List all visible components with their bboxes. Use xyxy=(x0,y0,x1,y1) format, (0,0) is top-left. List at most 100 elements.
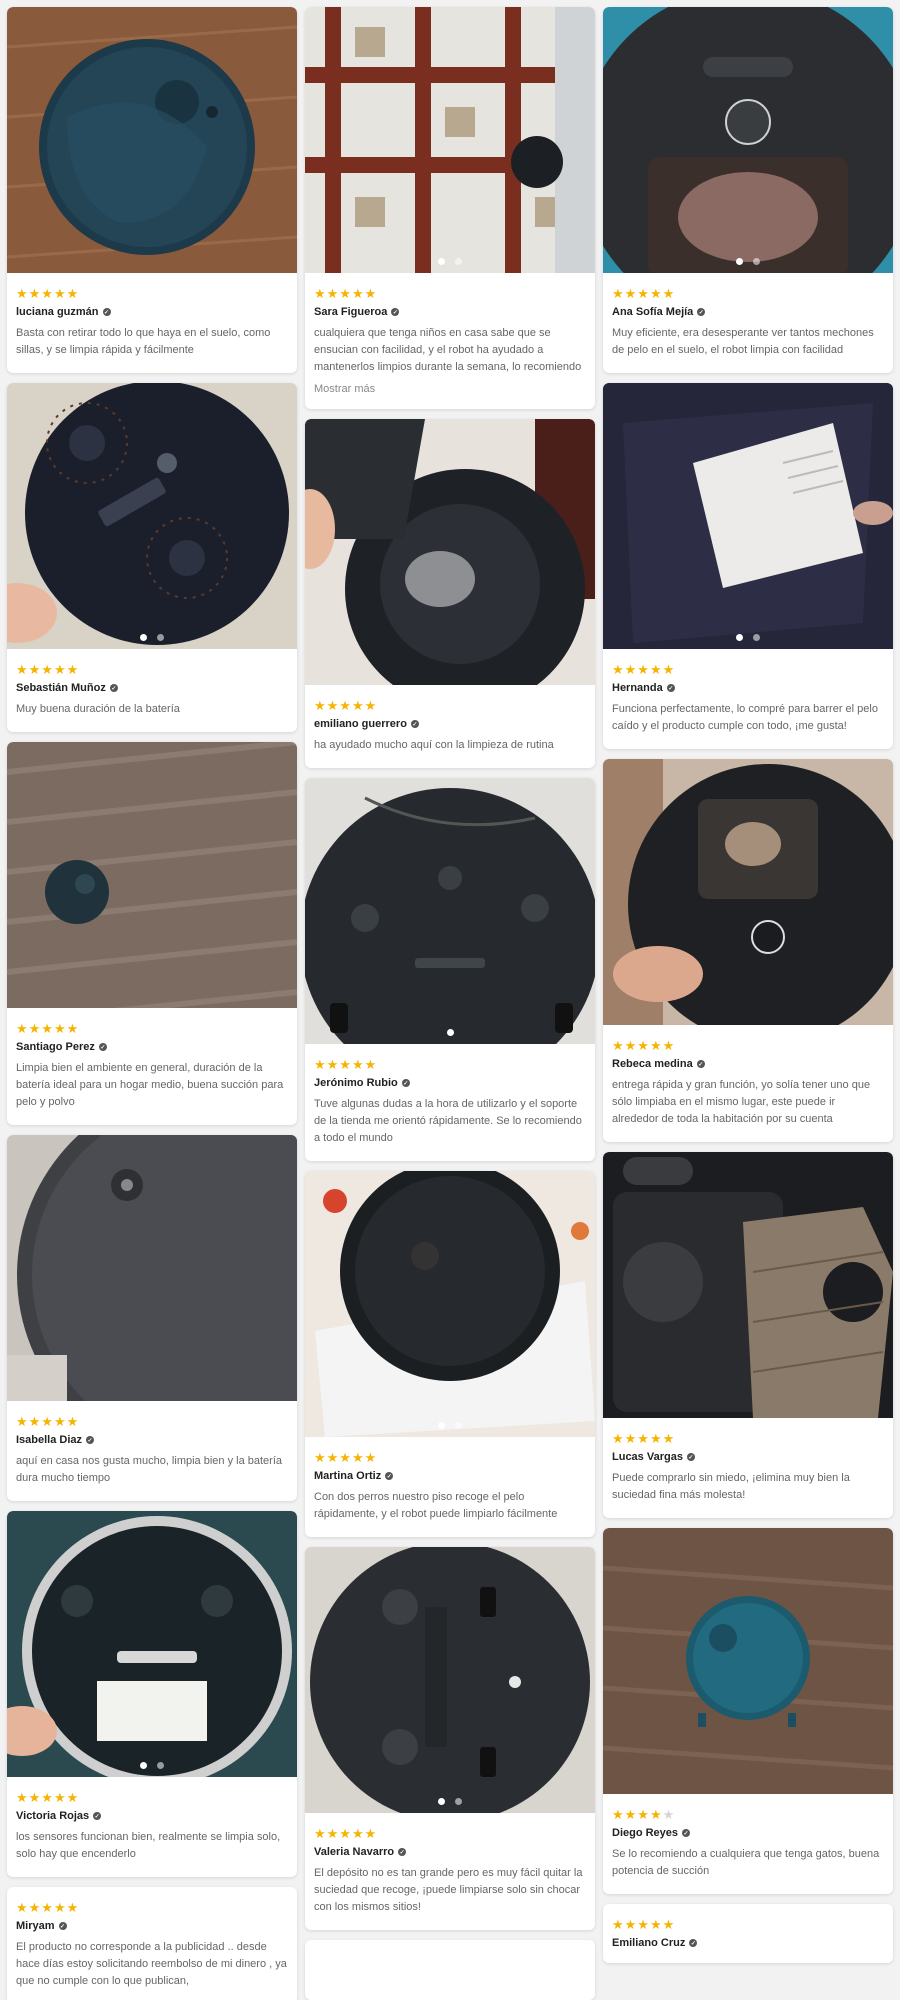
review-text: cualquiera que tenga niños en casa sabe … xyxy=(314,327,582,373)
review-photo[interactable] xyxy=(7,383,297,649)
review-text: Muy buena duración de la batería xyxy=(16,703,180,715)
verified-check-icon: ✓ xyxy=(697,308,706,316)
reviewer-name: Santiago Perez xyxy=(16,1041,95,1053)
show-more-link[interactable]: Mostrar más xyxy=(314,383,586,395)
verified-check-icon: ✓ xyxy=(696,1060,705,1068)
review-text: entrega rápida y gran función, yo solía … xyxy=(612,1079,871,1125)
review-photo[interactable] xyxy=(7,742,297,1008)
reviewer-name: Victoria Rojas xyxy=(16,1810,90,1822)
rating-stars: ★★★★★ xyxy=(16,1414,80,1429)
rating-stars: ★★★★★ xyxy=(16,662,80,677)
rating-stars: ★★★★★ xyxy=(314,286,378,301)
verified-check-icon: ✓ xyxy=(391,308,400,316)
rating-stars: ★★★★★ xyxy=(16,286,80,301)
review-photo[interactable] xyxy=(603,383,893,649)
review-card[interactable]: ★★★★★ Rebeca medina ✓ entrega rápida y gr… xyxy=(603,759,893,1142)
verified-check-icon: ✓ xyxy=(666,684,675,692)
rating-stars: ★★★★★ xyxy=(16,1790,80,1805)
review-card[interactable]: ★★★★★ Ana Sofía Mejía ✓ Muy eficiente, er… xyxy=(603,7,893,373)
review-text: Funciona perfectamente, lo compré para b… xyxy=(612,703,878,732)
review-card[interactable]: ★★★★★ Sebastián Muñoz ✓ Muy buena duració… xyxy=(7,383,297,732)
rating-stars: ★★★★★ xyxy=(612,1807,676,1822)
rating-stars: ★★★★★ xyxy=(16,1900,80,1915)
reviewer-name: Ana Sofía Mejía xyxy=(612,306,694,318)
review-photo[interactable] xyxy=(305,1547,595,1813)
review-card[interactable]: ★★★★★ Sara Figueroa ✓ cualquiera que teng… xyxy=(305,7,595,409)
review-photo[interactable] xyxy=(7,7,297,273)
reviewer-name: Diego Reyes xyxy=(612,1827,679,1839)
review-column-3: ★★★★★ Ana Sofía Mejía ✓ Muy eficiente, er… xyxy=(603,7,893,1973)
review-column-2: ★★★★★ Sara Figueroa ✓ cualquiera que teng… xyxy=(305,7,595,2000)
review-text: Con dos perros nuestro piso recoge el pe… xyxy=(314,1491,558,1520)
verified-check-icon: ✓ xyxy=(93,1812,102,1820)
review-photo[interactable] xyxy=(603,1528,893,1794)
verified-check-icon: ✓ xyxy=(682,1829,691,1837)
review-card[interactable]: ★★★★★ Miryam ✓ El producto no corresponde… xyxy=(7,1887,297,2000)
reviewer-name: luciana guzmán xyxy=(16,306,99,318)
review-photo[interactable] xyxy=(7,1511,297,1777)
rating-stars: ★★★★★ xyxy=(314,1057,378,1072)
reviewer-name: Jerónimo Rubio xyxy=(314,1077,398,1089)
reviewer-name: Hernanda xyxy=(612,682,663,694)
reviewer-name: Isabella Diaz xyxy=(16,1434,83,1446)
review-card[interactable]: ★★★★★ emiliano guerrero ✓ ha ayudado much… xyxy=(305,419,595,768)
review-card[interactable]: ★★★★★ Martina Ortiz ✓ Con dos perros nues… xyxy=(305,1171,595,1537)
reviewer-name: Emiliano Cruz xyxy=(612,1937,686,1949)
verified-check-icon: ✓ xyxy=(401,1079,410,1087)
rating-stars: ★★★★★ xyxy=(612,1038,676,1053)
reviewer-name: Sebastián Muñoz xyxy=(16,682,106,694)
review-photo[interactable] xyxy=(603,759,893,1025)
review-text: aquí en casa nos gusta mucho, limpia bie… xyxy=(16,1455,282,1484)
review-photo[interactable] xyxy=(7,1135,297,1401)
review-text: Muy eficiente, era desesperante ver tant… xyxy=(612,327,874,356)
verified-check-icon: ✓ xyxy=(86,1436,95,1444)
review-card[interactable] xyxy=(305,1940,595,2000)
verified-check-icon: ✓ xyxy=(385,1472,394,1480)
review-text: El depósito no es tan grande pero es muy… xyxy=(314,1867,583,1913)
review-card[interactable]: ★★★★★ Hernanda ✓ Funciona perfectamente, … xyxy=(603,383,893,749)
review-card[interactable]: ★★★★★ Isabella Diaz ✓ aquí en casa nos gu… xyxy=(7,1135,297,1501)
rating-stars: ★★★★★ xyxy=(16,1021,80,1036)
review-photo[interactable] xyxy=(305,419,595,685)
review-column-1: ★★★★★ luciana guzmán ✓ Basta con retirar … xyxy=(7,7,297,2000)
verified-check-icon: ✓ xyxy=(98,1043,107,1051)
review-card[interactable]: ★★★★★ Lucas Vargas ✓ Puede comprarlo sin … xyxy=(603,1152,893,1518)
review-photo[interactable] xyxy=(305,7,595,273)
verified-check-icon: ✓ xyxy=(398,1848,407,1856)
review-card[interactable]: ★★★★★ luciana guzmán ✓ Basta con retirar … xyxy=(7,7,297,373)
review-text: los sensores funcionan bien, realmente s… xyxy=(16,1831,281,1860)
review-card[interactable]: ★★★★★ Emiliano Cruz ✓ xyxy=(603,1904,893,1963)
verified-check-icon: ✓ xyxy=(689,1939,698,1947)
review-photo[interactable] xyxy=(305,778,595,1044)
verified-check-icon: ✓ xyxy=(102,308,111,316)
review-card[interactable]: ★★★★★ Santiago Perez ✓ Limpia bien el amb… xyxy=(7,742,297,1125)
verified-check-icon: ✓ xyxy=(686,1453,695,1461)
verified-check-icon: ✓ xyxy=(58,1922,67,1930)
reviews-grid: ★★★★★ luciana guzmán ✓ Basta con retirar … xyxy=(0,0,900,2000)
rating-stars: ★★★★★ xyxy=(612,286,676,301)
review-text: Puede comprarlo sin miedo, ¡elimina muy … xyxy=(612,1472,850,1501)
review-card[interactable]: ★★★★★ Diego Reyes ✓ Se lo recomiendo a cu… xyxy=(603,1528,893,1894)
review-card[interactable]: ★★★★★ Jerónimo Rubio ✓ Tuve algunas dudas… xyxy=(305,778,595,1161)
review-photo[interactable] xyxy=(305,1171,595,1437)
review-card[interactable]: ★★★★★ Valeria Navarro ✓ El depósito no es… xyxy=(305,1547,595,1930)
review-text: Tuve algunas dudas a la hora de utilizar… xyxy=(314,1098,582,1144)
review-card[interactable]: ★★★★★ Victoria Rojas ✓ los sensores funci… xyxy=(7,1511,297,1877)
rating-stars: ★★★★★ xyxy=(612,1917,676,1932)
review-text: Limpia bien el ambiente en general, dura… xyxy=(16,1062,284,1108)
review-text: ha ayudado mucho aquí con la limpieza de… xyxy=(314,739,554,751)
review-photo[interactable] xyxy=(603,1152,893,1418)
verified-check-icon: ✓ xyxy=(410,720,419,728)
rating-stars: ★★★★★ xyxy=(612,1431,676,1446)
review-text: Se lo recomiendo a cualquiera que tenga … xyxy=(612,1848,880,1877)
verified-check-icon: ✓ xyxy=(109,684,118,692)
rating-stars: ★★★★★ xyxy=(314,1450,378,1465)
review-photo[interactable] xyxy=(603,7,893,273)
rating-stars: ★★★★★ xyxy=(314,1826,378,1841)
reviewer-name: Sara Figueroa xyxy=(314,306,388,318)
reviewer-name: emiliano guerrero xyxy=(314,718,407,730)
reviewer-name: Miryam xyxy=(16,1920,55,1932)
reviewer-name: Rebeca medina xyxy=(612,1058,693,1070)
reviewer-name: Valeria Navarro xyxy=(314,1846,395,1858)
rating-stars: ★★★★★ xyxy=(314,698,378,713)
